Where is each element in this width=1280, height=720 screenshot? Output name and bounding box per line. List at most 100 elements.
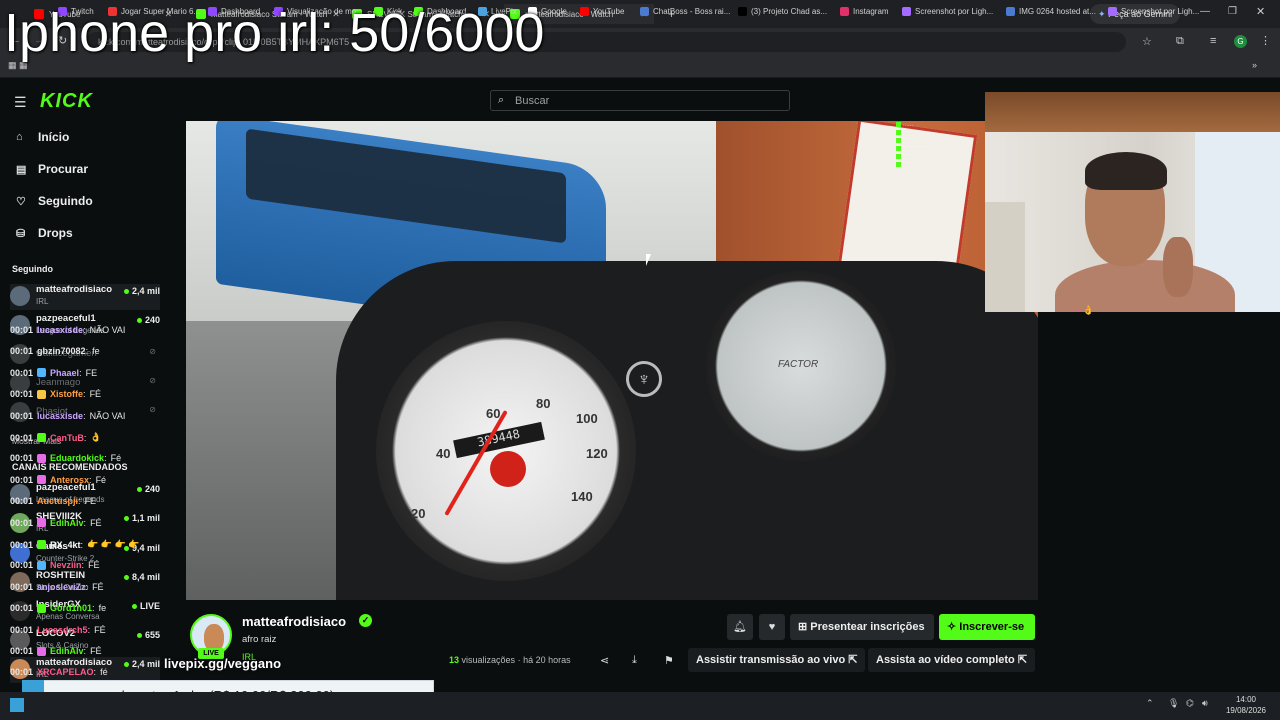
chat-username[interactable]: EdihAlv <box>50 518 84 528</box>
channel-category: Apenas Conversa <box>36 612 100 621</box>
chat-username[interactable]: XRCAPELAO <box>37 667 94 677</box>
windows-start-icon[interactable] <box>10 698 24 712</box>
bookmark-item[interactable]: (3) Projeto Chad as... <box>738 4 827 18</box>
chat-username[interactable]: Nevziin <box>50 560 82 570</box>
chat-text: FÉ <box>88 560 100 571</box>
bookmark-item[interactable]: YouTube <box>580 4 624 18</box>
chat-username[interactable]: RX_4kt <box>50 540 81 550</box>
chat-username[interactable]: Lucasdrch5 <box>37 625 88 635</box>
search-input[interactable]: Buscar <box>490 90 790 111</box>
chat-username[interactable]: lucasxisde <box>37 411 83 421</box>
chat-username[interactable]: CanTuB <box>50 433 84 443</box>
webcam-door <box>985 202 1025 312</box>
nav-item-seguindo[interactable]: ♡ Seguindo <box>16 194 93 208</box>
viewer-count-value: LIVE <box>139 601 160 611</box>
minimize-window-button[interactable]: — <box>1200 6 1210 17</box>
close-window-button[interactable]: ✕ <box>1256 5 1265 18</box>
live-dot-icon <box>123 516 129 522</box>
webcam-ceiling <box>985 92 1280 132</box>
menu-icon[interactable]: ☰ <box>14 94 27 111</box>
watch-live-button[interactable]: Assistir transmissão ao vivo ⇱ <box>688 648 866 672</box>
chat-timestamp: 00:01 <box>10 581 34 592</box>
chat-username[interactable]: gbzin70082 <box>37 346 86 356</box>
chat-text: Fé <box>95 474 107 485</box>
video-player[interactable]: 20 40 60 80 100 120 140 389448 ♆ FACTOR <box>186 121 1038 600</box>
bookmark-favicon-icon <box>1108 6 1117 16</box>
bookmark-item[interactable]: Screenshot por Ligh... <box>902 4 993 18</box>
microphone-icon[interactable]: 🎙︎ <box>1168 698 1179 709</box>
chat-username[interactable]: Xistoffe <box>50 389 83 399</box>
taskbar-clock[interactable]: 14:00 19/08/2026 <box>1218 694 1274 716</box>
viewer-count-value: 655 <box>144 630 160 640</box>
viewer-count: 655 <box>136 630 160 640</box>
notification-bell-button[interactable]: 🔔︎ <box>727 614 753 640</box>
chat-username[interactable]: anjosleviZz <box>37 582 86 592</box>
chat-separator: : <box>85 346 89 357</box>
follow-heart-button[interactable]: ♥ <box>759 614 785 640</box>
chat-badge-icon <box>37 646 47 656</box>
heart-icon: ♡ <box>16 195 26 208</box>
following-channel[interactable]: matteafrodisiaco IRL 2,4 mil <box>10 284 160 310</box>
chat-message: 00:01 Auctuspji: FE <box>10 496 96 506</box>
volume-icon[interactable]: 🔊︎ <box>1202 698 1208 709</box>
gauge-number: 80 <box>536 396 551 411</box>
bookmark-item[interactable]: Screenshot por Ligh... <box>1108 4 1199 18</box>
bookmark-favicon-icon <box>902 6 911 16</box>
browser-menu-icon[interactable]: ⋮ <box>1260 34 1271 47</box>
kick-logo[interactable]: KICK <box>40 90 93 113</box>
mouse-cursor-icon <box>646 254 651 266</box>
chat-text: fe <box>98 603 107 614</box>
download-icon[interactable]: ⤓ <box>632 654 637 667</box>
report-icon[interactable]: ⚑ <box>664 654 674 667</box>
chat-separator: : <box>78 496 81 507</box>
chat-username[interactable]: Eduardokick <box>50 453 104 463</box>
chat-timestamp: 00:01 <box>10 453 34 464</box>
bookmark-item[interactable]: Instagram <box>840 4 889 18</box>
chat-username[interactable]: Phaael <box>50 368 79 378</box>
live-dot-icon <box>136 318 142 324</box>
chat-badge-icon <box>37 475 47 485</box>
chat-username[interactable]: Auctuspji <box>37 496 78 506</box>
reading-list-icon[interactable]: ≡ <box>1210 35 1216 47</box>
profile-avatar[interactable]: G <box>1234 35 1247 48</box>
chat-badge-icon <box>37 368 47 378</box>
subscribe-label: Inscrever-se <box>959 621 1025 633</box>
chat-message: 00:01 XRCAPELAO: fé <box>10 667 108 677</box>
nav-item-início[interactable]: ⌂ Início <box>16 130 69 144</box>
gift-subs-button[interactable]: ⊞ Presentear inscrições <box>790 614 934 640</box>
chat-username[interactable]: Gord1n01 <box>50 603 92 613</box>
more-bookmarks-icon[interactable]: » <box>1252 60 1257 70</box>
chat-timestamp: 00:01 <box>10 603 34 614</box>
network-icon[interactable]: ⌬ <box>1186 698 1194 709</box>
restore-window-button[interactable]: ❐ <box>1228 6 1237 17</box>
chat-badge-icon <box>37 540 47 549</box>
nav-item-drops[interactable]: ⛁ Drops <box>16 226 73 240</box>
gauge-number: 140 <box>571 489 593 504</box>
chat-username[interactable]: lucasxisde <box>37 325 83 335</box>
needle-hub <box>490 451 526 487</box>
tray-chevron-icon[interactable]: ⌃ <box>1146 698 1154 709</box>
channel-name[interactable]: matteafrodisiaco <box>242 614 346 629</box>
chat-username[interactable]: Anterosx <box>50 475 89 485</box>
extensions-icon[interactable]: ⧉ <box>1176 35 1184 48</box>
bookmark-label: (3) Projeto Chad as... <box>751 6 828 16</box>
chat-text: FE <box>84 496 97 507</box>
chat-timestamp: 00:01 <box>10 389 34 400</box>
chat-timestamp: 00:01 <box>10 646 34 656</box>
gemini-icon: ✦ <box>1098 9 1106 19</box>
chat-message: 00:01 lucasxisde: NÃO VAI <box>10 411 125 421</box>
share-icon[interactable]: ⋖ <box>600 654 609 667</box>
chat-separator: : <box>83 432 87 443</box>
viewer-count: 240 <box>136 315 160 325</box>
chat-text: 👌 <box>90 432 102 442</box>
nav-item-procurar[interactable]: ▤ Procurar <box>16 162 88 176</box>
viewer-count-value: 2,4 mil <box>131 286 160 296</box>
bookmark-item[interactable]: ChatBoss - Boss rai... <box>640 4 730 18</box>
gift-label: Presentear inscrições <box>810 621 925 633</box>
bookmark-star-icon[interactable]: ☆ <box>1142 35 1152 48</box>
chat-badge-icon <box>37 433 47 442</box>
watch-full-video-button[interactable]: Assista ao vídeo completo ⇱ <box>868 648 1036 672</box>
bookmark-item[interactable]: IMG 0264 hosted at... <box>1006 4 1096 18</box>
subscribe-button[interactable]: ✧ Inscrever-se <box>939 614 1035 640</box>
chat-username[interactable]: EdihAlv <box>50 646 84 656</box>
